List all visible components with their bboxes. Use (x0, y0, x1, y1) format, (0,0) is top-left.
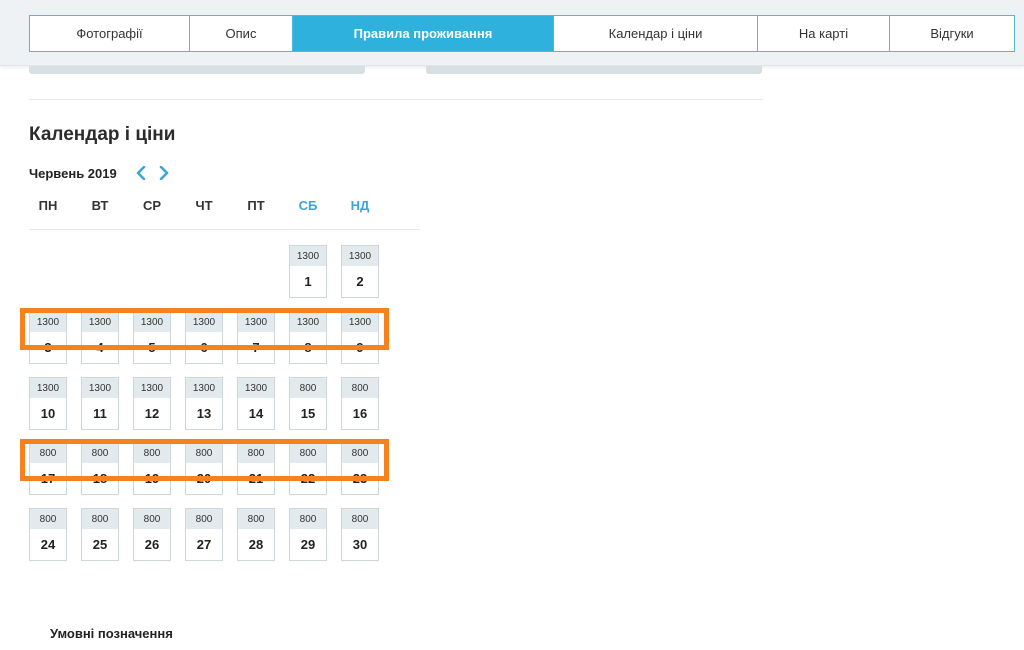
weekday-label: СБ (298, 198, 318, 213)
calendar-day[interactable]: 800 30 (341, 508, 379, 561)
calendar-day[interactable]: 800 15 (289, 377, 327, 430)
calendar-day[interactable]: 1300 10 (29, 377, 67, 430)
calendar-day[interactable]: 800 27 (185, 508, 223, 561)
calendar-day[interactable]: 1300 12 (133, 377, 171, 430)
top-navigation-bar: Фотографії Опис Правила проживання Кален… (0, 0, 1024, 66)
weekday-label: ПН (38, 198, 58, 213)
day-number: 27 (196, 537, 212, 552)
tab-reviews[interactable]: Відгуки (890, 16, 1014, 51)
day-number: 25 (92, 537, 108, 552)
day-price: 800 (290, 378, 326, 398)
day-price: 800 (134, 509, 170, 529)
content-card-edge-left (29, 66, 365, 74)
day-number: 2 (356, 274, 364, 289)
day-price: 800 (238, 509, 274, 529)
calendar-day[interactable]: 1300 11 (81, 377, 119, 430)
day-price: 800 (290, 509, 326, 529)
day-price: 1300 (342, 246, 378, 266)
day-number: 24 (40, 537, 56, 552)
calendar-day[interactable]: 800 16 (341, 377, 379, 430)
day-price: 1300 (238, 378, 274, 398)
calendar-day[interactable]: 800 24 (29, 508, 67, 561)
calendar-day[interactable]: 1300 14 (237, 377, 275, 430)
day-number: 14 (248, 406, 264, 421)
day-number: 13 (196, 406, 212, 421)
day-number: 11 (93, 406, 107, 421)
day-price: 1300 (82, 378, 118, 398)
tab-bar: Фотографії Опис Правила проживання Кален… (29, 15, 1015, 52)
calendar-day[interactable]: 800 28 (237, 508, 275, 561)
week-highlight-frame (20, 439, 389, 481)
day-price: 1300 (290, 246, 326, 266)
weekday-label: ЧТ (195, 198, 213, 213)
day-number: 26 (144, 537, 160, 552)
day-number: 10 (40, 406, 56, 421)
calendar-day[interactable]: 1300 13 (185, 377, 223, 430)
month-label: Червень 2019 (29, 165, 117, 181)
weekday-header: ПН ВТ СР ЧТ ПТ СБ НД (29, 198, 393, 216)
day-number: 12 (144, 406, 160, 421)
day-price: 800 (342, 509, 378, 529)
weekday-label: ВТ (91, 198, 109, 213)
calendar-day[interactable]: 1300 1 (289, 245, 327, 298)
day-price: 800 (30, 509, 66, 529)
month-switcher: Червень 2019 (29, 163, 174, 183)
chevron-right-icon[interactable] (154, 163, 174, 183)
weekday-label: ПТ (247, 198, 265, 213)
calendar-day[interactable]: 800 29 (289, 508, 327, 561)
day-number: 15 (300, 406, 316, 421)
day-number: 30 (352, 537, 368, 552)
day-price: 1300 (30, 378, 66, 398)
tab-calendar-prices[interactable]: Календар і ціни (554, 16, 758, 51)
day-number: 29 (300, 537, 316, 552)
tab-map[interactable]: На карті (758, 16, 890, 51)
day-price: 1300 (134, 378, 170, 398)
day-number: 16 (352, 406, 368, 421)
tab-accommodation-rules[interactable]: Правила проживання (293, 16, 554, 51)
calendar-day[interactable]: 1300 2 (341, 245, 379, 298)
day-price: 800 (82, 509, 118, 529)
legend-title: Умовні позначення (50, 626, 173, 641)
weekday-label: НД (350, 198, 370, 213)
day-number: 28 (248, 537, 264, 552)
weekday-label: СР (142, 198, 162, 213)
content-card-edge-right (426, 66, 762, 74)
tab-description[interactable]: Опис (190, 16, 293, 51)
chevron-left-icon[interactable] (131, 163, 151, 183)
calendar-day[interactable]: 800 25 (81, 508, 119, 561)
calendar-day[interactable]: 800 26 (133, 508, 171, 561)
calendar-header-divider (29, 229, 420, 230)
day-number: 1 (304, 274, 312, 289)
tab-photos[interactable]: Фотографії (30, 16, 190, 51)
section-divider (29, 99, 763, 100)
day-price: 800 (342, 378, 378, 398)
week-highlight-frame (20, 308, 389, 350)
section-title: Календар і ціни (29, 124, 176, 145)
day-price: 800 (186, 509, 222, 529)
day-price: 1300 (186, 378, 222, 398)
